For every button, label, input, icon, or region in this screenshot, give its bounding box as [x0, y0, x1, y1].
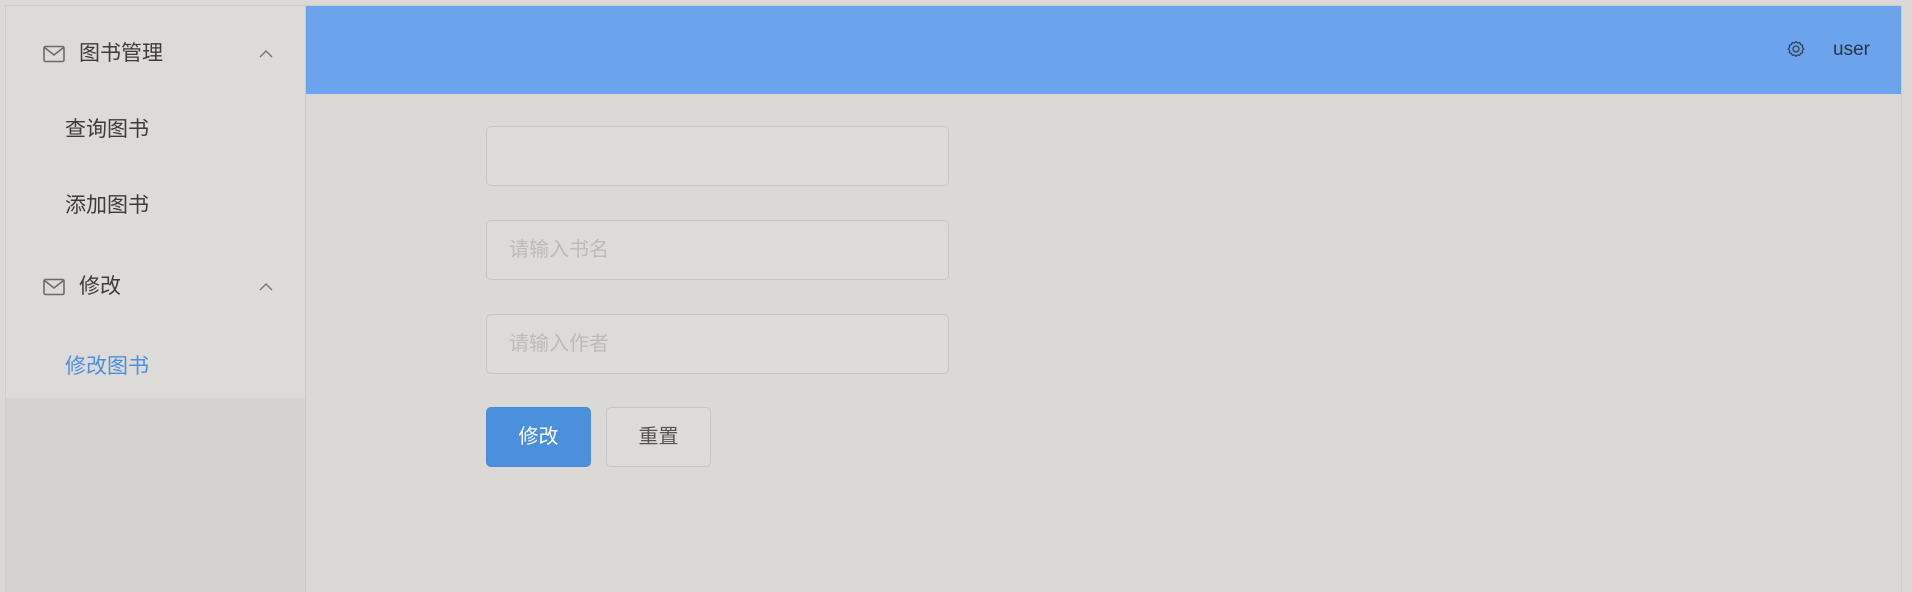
mail-icon	[43, 278, 65, 296]
submenu-book-management[interactable]: 图书管理	[6, 26, 305, 82]
form-actions: 修改 重置	[306, 407, 1006, 467]
reset-button[interactable]: 重置	[606, 407, 711, 467]
submit-button[interactable]: 修改	[486, 407, 591, 467]
top-header: user	[306, 6, 1901, 94]
form-row-title: *书名	[306, 220, 1006, 280]
sidebar-item-label: 查询图书	[65, 118, 149, 141]
sidebar-item-modify-book[interactable]: 修改图书	[6, 339, 305, 395]
sidebar-menu: 图书管理 查询图书 添加图书 修改 修改图书	[6, 6, 305, 398]
sidebar-item-label: 修改图书	[65, 355, 149, 378]
chevron-up-icon	[259, 283, 273, 291]
sidebar-item-label: 添加图书	[65, 194, 149, 217]
chevron-up-icon	[259, 50, 273, 58]
gear-icon[interactable]	[1786, 39, 1806, 59]
sidebar-item-add-book[interactable]: 添加图书	[6, 178, 305, 234]
mail-icon	[43, 45, 65, 63]
username[interactable]: user	[1833, 39, 1870, 61]
submenu-title-text: 修改	[79, 275, 121, 298]
submenu-title-text: 图书管理	[79, 42, 163, 65]
edit-book-form: id *书名 *作者 修改 重置	[306, 94, 1901, 592]
author-input[interactable]	[486, 314, 949, 374]
form-row-author: *作者	[306, 314, 1006, 374]
submenu-modify[interactable]: 修改	[6, 259, 305, 315]
form-row-id: id	[306, 126, 1006, 186]
title-input[interactable]	[486, 220, 949, 280]
id-input[interactable]	[486, 126, 949, 186]
sidebar-item-query-books[interactable]: 查询图书	[6, 102, 305, 158]
sidebar: 图书管理 查询图书 添加图书 修改 修改图书	[6, 6, 306, 592]
